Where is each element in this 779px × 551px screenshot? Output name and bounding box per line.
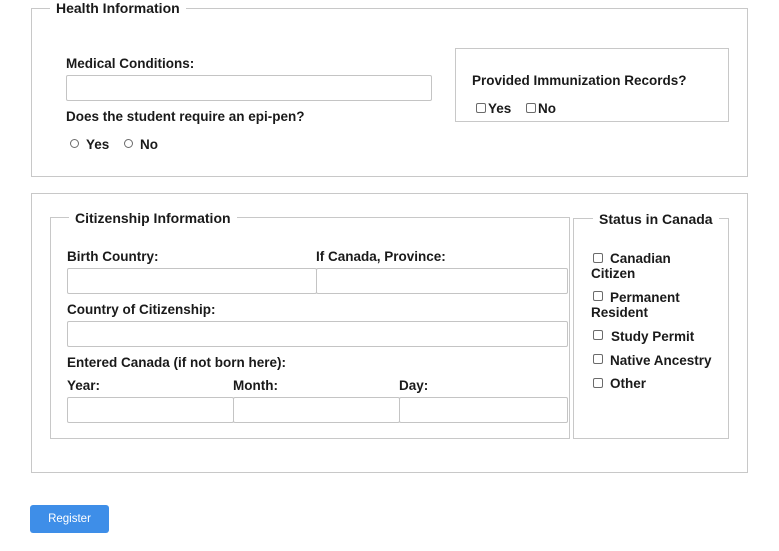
month-label: Month: (233, 378, 278, 393)
year-label: Year: (67, 378, 101, 393)
country-citizenship-input[interactable] (67, 321, 568, 347)
day-input[interactable] (399, 397, 568, 423)
status-native-ancestry-checkbox[interactable] (593, 354, 603, 364)
status-canadian-citizen-label-1: Canadian (610, 251, 671, 266)
immunization-yes-checkbox[interactable] (476, 103, 486, 113)
status-canadian-citizen-checkbox[interactable] (593, 253, 603, 263)
epipen-question: Does the student require an epi-pen? (66, 109, 305, 124)
status-canadian-citizen-label-2: Citizen (591, 266, 636, 281)
status-other-label: Other (610, 376, 647, 391)
health-info-legend: Health Information (50, 0, 186, 16)
immunization-yes-label: Yes (488, 101, 512, 116)
epipen-yes-radio[interactable] (70, 139, 79, 148)
status-study-permit-label: Study Permit (611, 329, 695, 344)
immunization-no-label: No (538, 101, 556, 116)
status-other-checkbox[interactable] (593, 378, 603, 388)
status-permanent-resident-label-1: Permanent (610, 290, 680, 305)
medical-conditions-label: Medical Conditions: (66, 56, 195, 71)
immunization-question: Provided Immunization Records? (472, 73, 687, 88)
medical-conditions-input[interactable] (66, 75, 432, 101)
entered-canada-label: Entered Canada (if not born here): (67, 355, 287, 370)
register-button[interactable]: Register (30, 505, 109, 533)
status-permanent-resident-checkbox[interactable] (593, 291, 603, 301)
day-label: Day: (399, 378, 429, 393)
province-label: If Canada, Province: (316, 249, 446, 264)
status-study-permit-checkbox[interactable] (593, 330, 603, 340)
status-legend: Status in Canada (593, 211, 719, 227)
year-input[interactable] (67, 397, 234, 423)
epipen-yes-label: Yes (86, 137, 110, 152)
status-native-ancestry-label: Native Ancestry (610, 353, 712, 368)
country-citizenship-label: Country of Citizenship: (67, 302, 216, 317)
month-input[interactable] (233, 397, 400, 423)
citizenship-legend: Citizenship Information (69, 210, 237, 226)
birth-country-input[interactable] (67, 268, 317, 294)
immunization-no-checkbox[interactable] (526, 103, 536, 113)
birth-country-label: Birth Country: (67, 249, 159, 264)
status-permanent-resident-label-2: Resident (591, 305, 649, 320)
epipen-no-radio[interactable] (124, 139, 133, 148)
epipen-no-label: No (140, 137, 158, 152)
province-input[interactable] (316, 268, 568, 294)
